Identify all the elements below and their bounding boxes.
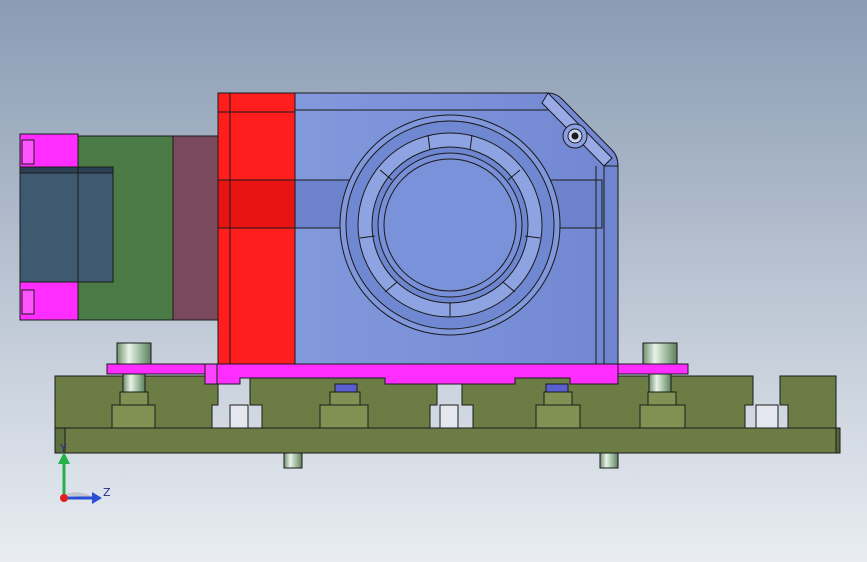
- bearing-bore: [383, 158, 517, 292]
- motor-screw: [21, 139, 35, 165]
- motor-shaft-window-top: [19, 166, 114, 174]
- t-slot: [229, 404, 249, 429]
- motor-flange: [172, 135, 219, 321]
- base-plate-right-end: [835, 427, 841, 454]
- bolt-shaft: [334, 383, 358, 393]
- mount-plate-left-tab: [106, 363, 220, 375]
- triad-origin: [60, 494, 68, 502]
- base-plate[interactable]: [54, 427, 837, 454]
- motor-assembly[interactable]: [19, 133, 219, 321]
- bolt-shaft: [545, 383, 569, 393]
- mount-plate-corner: [204, 363, 218, 385]
- bolt-shaft: [122, 373, 146, 393]
- bottom-pin: [599, 452, 619, 469]
- bearing-housing[interactable]: [217, 92, 619, 365]
- motor-screw: [21, 289, 35, 315]
- cover-screw-hex: [571, 132, 579, 140]
- bolt-shaft: [648, 373, 672, 393]
- z-axis-label: Z: [103, 486, 111, 499]
- y-axis-label: Y: [59, 442, 67, 455]
- cad-viewport[interactable]: Y Z: [0, 0, 867, 562]
- housing-right-face: [603, 165, 619, 365]
- rail-segment-4[interactable]: [779, 375, 837, 429]
- bolt-head: [116, 342, 152, 365]
- t-slot: [755, 404, 779, 429]
- t-slot: [439, 404, 459, 429]
- motor-shaft-window: [19, 166, 114, 283]
- bolt-head: [642, 342, 678, 365]
- model-view[interactable]: Y Z: [0, 0, 867, 562]
- bottom-pin: [283, 452, 303, 469]
